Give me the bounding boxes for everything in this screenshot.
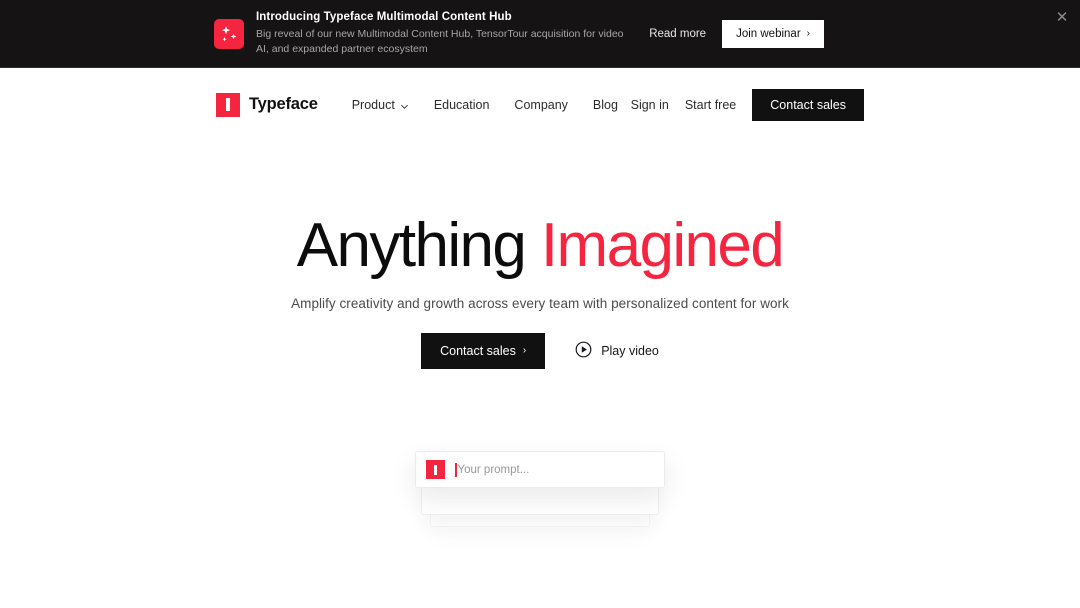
announcement-banner: Introducing Typeface Multimodal Content …: [0, 0, 1080, 68]
header-actions: Sign in Start free Contact sales: [631, 88, 864, 121]
play-circle-icon: [575, 341, 592, 361]
site-header: Typeface Product Education Company Blog …: [0, 68, 1080, 141]
announcement-title: Introducing Typeface Multimodal Content …: [256, 11, 512, 23]
announcement-text: Introducing Typeface Multimodal Content …: [256, 10, 631, 57]
contact-sales-header-button[interactable]: Contact sales: [752, 88, 864, 121]
main-nav: Product Education Company Blog: [352, 98, 618, 112]
read-more-link[interactable]: Read more: [649, 28, 706, 40]
contact-sales-hero-label: Contact sales: [440, 344, 516, 358]
announcement-banner-content: Introducing Typeface Multimodal Content …: [0, 0, 1080, 67]
play-video-label: Play video: [601, 344, 659, 358]
nav-item-blog-label: Blog: [592, 97, 618, 112]
nav-item-product-label: Product: [351, 97, 395, 112]
prompt-card-stack: [415, 451, 665, 527]
nav-item-education-label: Education: [433, 97, 490, 112]
brand-name: Typeface: [249, 95, 318, 113]
typeface-logo-icon: [426, 460, 445, 479]
page-title: Anything Imagined: [0, 211, 1080, 281]
typeface-logo-icon: [216, 92, 240, 117]
hero-title-primary: Anything: [296, 211, 527, 280]
nav-item-company-label: Company: [514, 97, 568, 112]
contact-sales-hero-button[interactable]: Contact sales ›: [421, 333, 546, 369]
prompt-card[interactable]: [415, 451, 665, 488]
hero-subtitle: Amplify creativity and growth across eve…: [291, 296, 789, 311]
announcement-subtitle: Big reveal of our new Multimodal Content…: [256, 28, 624, 55]
play-video-link[interactable]: Play video: [575, 341, 659, 361]
hero-title-accent: Imagined: [540, 211, 785, 280]
join-webinar-label: Join webinar: [736, 27, 801, 40]
nav-item-product[interactable]: Product: [352, 98, 409, 112]
chevron-down-icon: [400, 100, 409, 109]
start-free-link[interactable]: Start free: [685, 98, 736, 112]
sign-in-link[interactable]: Sign in: [631, 98, 669, 112]
hero-section: Anything Imagined Amplify creativity and…: [0, 141, 1080, 527]
chevron-right-icon: ›: [806, 27, 810, 39]
close-icon[interactable]: ✕: [1049, 4, 1075, 30]
nav-item-blog[interactable]: Blog: [593, 98, 618, 112]
nav-item-company[interactable]: Company: [514, 98, 568, 112]
prompt-input[interactable]: [457, 452, 654, 487]
nav-item-education[interactable]: Education: [434, 98, 490, 112]
join-webinar-button[interactable]: Join webinar ›: [722, 19, 824, 48]
chevron-right-icon: ›: [522, 345, 527, 356]
text-cursor: [455, 462, 457, 477]
sparkle-icon: [214, 18, 244, 49]
brand-logo[interactable]: Typeface: [216, 92, 318, 117]
announcement-actions: Read more Join webinar ›: [649, 19, 1040, 48]
hero-cta-group: Contact sales › Play video: [0, 333, 1080, 369]
